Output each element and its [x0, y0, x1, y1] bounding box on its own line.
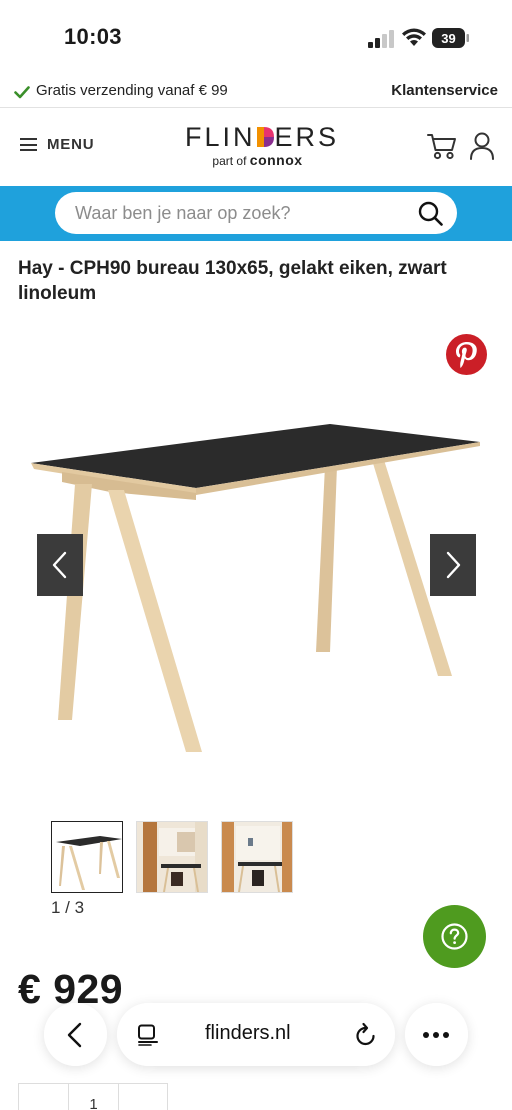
search-icon[interactable] — [418, 201, 443, 226]
menu-button[interactable]: MENU — [20, 136, 94, 153]
logo-d-mark-icon — [256, 127, 274, 147]
logo-subline: part of connox — [185, 152, 330, 168]
cellular-signal-icon — [368, 30, 394, 48]
flinders-logo[interactable]: FLIN ERS part of connox — [185, 122, 336, 168]
logo-text-end: ERS — [274, 122, 340, 152]
chevron-left-icon — [52, 551, 67, 579]
gallery-next-button[interactable] — [430, 534, 476, 596]
thumbnail-2[interactable] — [136, 821, 208, 893]
quantity-stepper[interactable]: 1 — [18, 1083, 168, 1110]
thumbnail-3[interactable] — [221, 821, 293, 893]
browser-toolbar: flinders.nl — [0, 1003, 512, 1069]
more-options-icon — [423, 1032, 449, 1038]
menu-label: MENU — [47, 136, 95, 153]
gallery-prev-button[interactable] — [37, 534, 83, 596]
thumbnail-1[interactable] — [51, 821, 123, 893]
reader-mode-icon — [138, 1024, 158, 1046]
user-account-icon[interactable] — [469, 132, 495, 160]
chevron-right-icon — [446, 551, 461, 579]
search-input[interactable] — [75, 192, 405, 234]
logo-sub-brand: connox — [249, 152, 303, 168]
customer-service-link[interactable]: Klantenservice — [391, 82, 498, 99]
help-button[interactable] — [423, 905, 486, 968]
chevron-left-icon — [67, 1022, 82, 1048]
address-bar[interactable]: flinders.nl — [117, 1003, 395, 1066]
status-time: 10:03 — [64, 24, 122, 49]
thumbnail-room-image — [137, 822, 207, 892]
status-bar: 10:03 39 — [0, 0, 512, 76]
logo-sub-prefix: part of — [212, 154, 250, 168]
url-text: flinders.nl — [205, 1022, 291, 1044]
site-header: MENU FLIN ERS part of connox — [0, 108, 512, 186]
cart-icon[interactable] — [427, 132, 457, 160]
battery-level: 39 — [441, 31, 455, 46]
browser-more-button[interactable] — [405, 1003, 468, 1066]
battery-indicator: 39 — [432, 28, 470, 48]
pinterest-share-icon[interactable] — [446, 334, 487, 375]
battery-icon: 39 — [432, 28, 469, 48]
search-box[interactable] — [55, 192, 457, 234]
quantity-value[interactable]: 1 — [69, 1096, 118, 1110]
search-band — [0, 186, 512, 241]
image-counter: 1 / 3 — [51, 898, 85, 917]
promo-bar: Gratis verzending vanaf € 99 Klantenserv… — [0, 76, 512, 108]
thumbnail-strip — [51, 821, 293, 893]
question-mark-icon — [441, 923, 468, 950]
logo-text-start: FLIN — [185, 122, 256, 152]
thumbnail-room-image-2 — [222, 822, 292, 892]
thumbnail-desk-image — [56, 836, 122, 890]
browser-back-button[interactable] — [44, 1003, 107, 1066]
checkmark-icon — [14, 86, 30, 99]
hamburger-icon — [20, 138, 37, 151]
reload-icon[interactable] — [354, 1022, 378, 1048]
product-title: Hay - CPH90 bureau 130x65, gelakt eiken,… — [18, 258, 447, 304]
wifi-icon — [402, 28, 426, 46]
free-shipping-text: Gratis verzending vanaf € 99 — [36, 82, 228, 99]
